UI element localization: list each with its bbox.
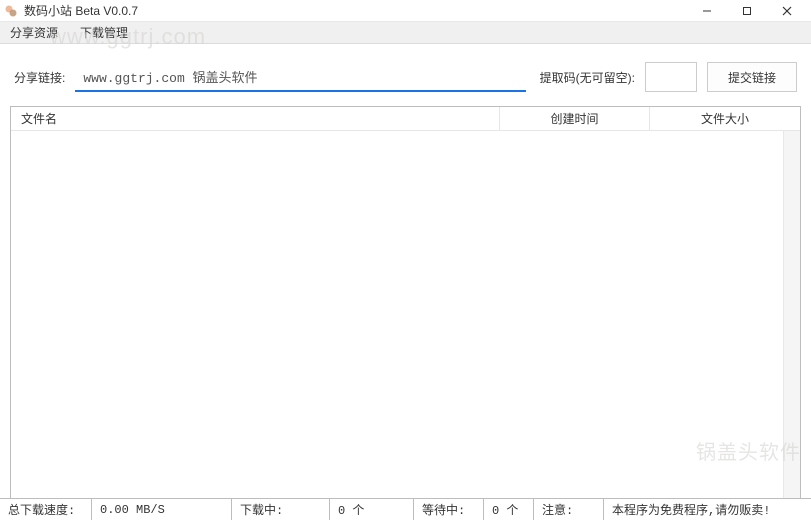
status-notice-text: 本程序为免费程序,请勿贩卖! [604, 499, 811, 520]
extract-code-input[interactable] [645, 62, 697, 92]
status-downloading-label: 下载中: [232, 499, 330, 520]
extract-code-label: 提取码(无可留空): [540, 69, 635, 86]
file-table: 文件名 创建时间 文件大小 [10, 106, 801, 502]
input-row: 分享链接: 提取码(无可留空): 提交链接 [0, 44, 811, 106]
status-waiting-label: 等待中: [414, 499, 484, 520]
status-downloading-value: 0 个 [330, 499, 414, 520]
status-waiting-value: 0 个 [484, 499, 534, 520]
maximize-button[interactable] [727, 0, 767, 22]
submit-button[interactable]: 提交链接 [707, 62, 797, 92]
vertical-scrollbar[interactable] [783, 131, 800, 501]
close-button[interactable] [767, 0, 807, 22]
minimize-button[interactable] [687, 0, 727, 22]
column-create-time[interactable]: 创建时间 [500, 107, 650, 130]
window-controls [687, 0, 807, 22]
menubar: 分享资源 下载管理 [0, 22, 811, 44]
statusbar: 总下载速度: 0.00 MB/S 下载中: 0 个 等待中: 0 个 注意: 本… [0, 498, 811, 520]
share-link-label: 分享链接: [14, 69, 65, 86]
menu-download-manage[interactable]: 下载管理 [76, 22, 132, 43]
table-header: 文件名 创建时间 文件大小 [11, 107, 800, 131]
menu-share-resource[interactable]: 分享资源 [6, 22, 62, 43]
column-filename[interactable]: 文件名 [11, 107, 500, 130]
column-file-size[interactable]: 文件大小 [650, 107, 800, 130]
status-speed-value: 0.00 MB/S [92, 499, 232, 520]
status-notice-label: 注意: [534, 499, 604, 520]
status-speed-label: 总下载速度: [0, 499, 92, 520]
titlebar: 数码小站 Beta V0.0.7 [0, 0, 811, 22]
app-icon [4, 4, 18, 18]
share-link-input[interactable] [75, 62, 525, 92]
window-title: 数码小站 Beta V0.0.7 [24, 2, 687, 19]
